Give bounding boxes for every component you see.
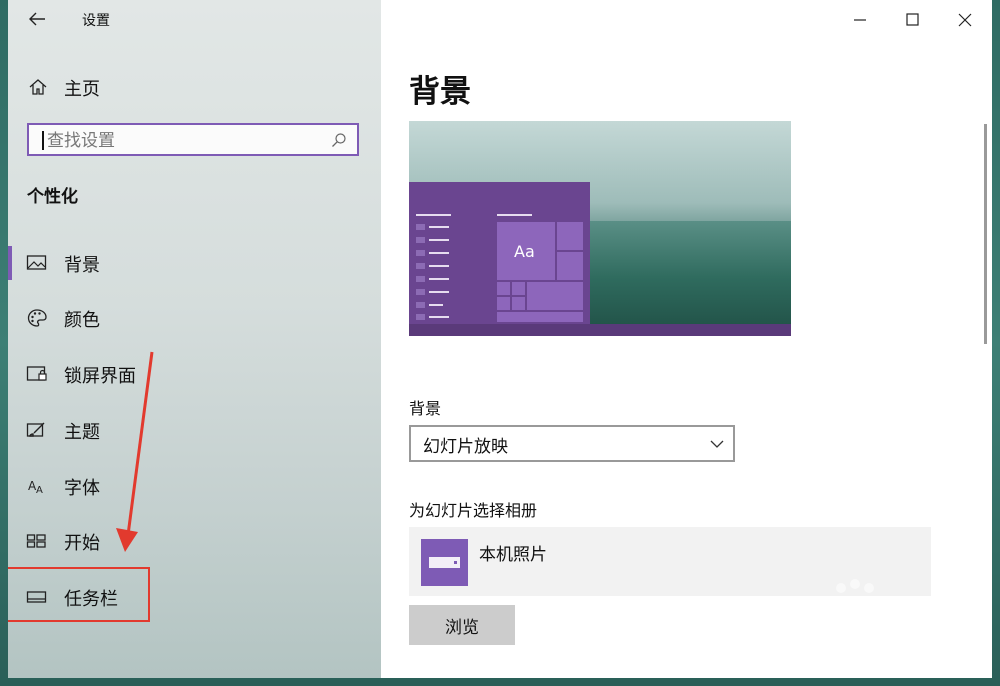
album-name: 本机照片 — [479, 545, 547, 565]
palette-icon — [27, 309, 47, 327]
picture-icon — [26, 255, 47, 270]
theme-brush-icon — [26, 422, 45, 437]
scrollbar[interactable] — [984, 124, 987, 344]
svg-text:A: A — [36, 485, 43, 496]
watermark-logo-text: Bai du 经验 — [767, 605, 989, 646]
sidebar-item-label: 字体 — [64, 478, 100, 499]
background-type-label: 背景 — [409, 399, 442, 418]
chevron-down-icon — [710, 440, 724, 448]
maximize-icon[interactable] — [900, 8, 924, 32]
sidebar-item-label: 颜色 — [64, 310, 100, 331]
sidebar-item-lock-screen[interactable]: 锁屏界面 — [8, 353, 381, 395]
start-tiles-icon — [26, 534, 46, 548]
search-input[interactable] — [45, 128, 329, 154]
browse-button[interactable]: 浏览 — [409, 605, 515, 645]
sidebar-item-start[interactable]: 开始 — [8, 520, 381, 562]
annotation-arrow — [116, 351, 154, 552]
minimize-icon[interactable] — [848, 8, 872, 32]
search-box[interactable] — [27, 123, 359, 156]
sidebar-item-label: 主题 — [64, 422, 100, 443]
sidebar: 设置 主页 个性化 背景 — [8, 0, 381, 678]
annotation-highlight-box — [8, 567, 150, 622]
section-title: 个性化 — [27, 187, 78, 207]
watermark: Bai du 经验 jingyan.baidu.com — [767, 574, 997, 664]
folder-icon — [421, 539, 468, 586]
sidebar-item-label: 背景 — [64, 255, 100, 276]
selection-indicator — [8, 246, 12, 280]
sidebar-item-label: 开始 — [64, 533, 100, 554]
sidebar-item-themes[interactable]: 主题 — [8, 409, 381, 451]
background-type-dropdown[interactable]: 幻灯片放映 — [409, 425, 735, 462]
close-icon[interactable] — [953, 8, 977, 32]
preview-start-menu: Aa — [409, 182, 590, 324]
search-icon[interactable] — [331, 132, 347, 148]
sidebar-item-background[interactable]: 背景 — [8, 242, 381, 284]
home-icon — [29, 79, 47, 95]
dropdown-value: 幻灯片放映 — [423, 437, 508, 457]
sidebar-item-colors[interactable]: 颜色 — [8, 297, 381, 339]
sidebar-item-label: 主页 — [64, 79, 100, 100]
preview-tile-text: Aa — [514, 242, 535, 261]
background-preview: Aa — [409, 121, 791, 336]
watermark-url: jingyan.baidu.com — [767, 642, 887, 657]
sidebar-item-fonts[interactable]: A A 字体 — [8, 465, 381, 507]
back-arrow-icon[interactable] — [26, 8, 48, 30]
text-caret — [42, 131, 44, 150]
font-icon: A A — [28, 479, 43, 496]
app-title: 设置 — [82, 13, 110, 29]
preview-taskbar — [409, 324, 791, 336]
album-section-label: 为幻灯片选择相册 — [409, 501, 538, 520]
lock-screen-icon — [26, 366, 47, 381]
sidebar-item-home[interactable]: 主页 — [8, 70, 381, 104]
page-title: 背景 — [409, 74, 471, 110]
